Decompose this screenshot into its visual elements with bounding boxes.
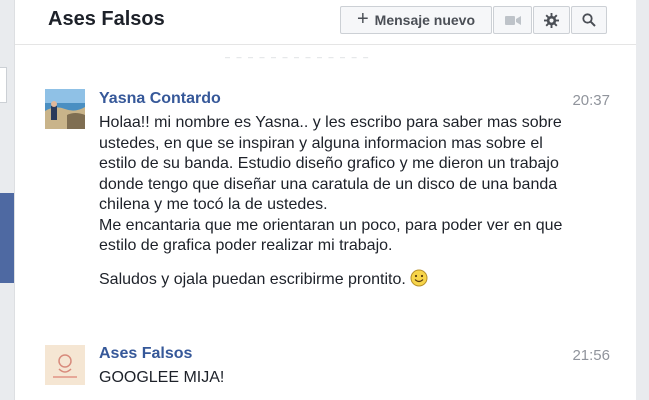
video-camera-icon	[504, 15, 521, 25]
settings-button[interactable]	[533, 6, 570, 34]
message-body: GOOGLEE MIJA!	[99, 368, 569, 389]
message-body: Holaa!! mi nombre es Yasna.. y les escri…	[99, 113, 569, 290]
plus-icon: +	[356, 8, 369, 30]
left-search-field-edge[interactable]	[0, 67, 7, 103]
avatar-logo	[45, 345, 85, 385]
left-selected-conversation-edge[interactable]	[0, 193, 14, 283]
conversation-title: Ases Falsos	[48, 8, 165, 30]
avatar[interactable]	[45, 89, 85, 129]
message-paragraph-text: Saludos y ojala puedan escribirme pronti…	[99, 270, 406, 288]
date-divider: – – – – – – – – – – – – –	[225, 55, 371, 61]
message-timestamp: 21:56	[572, 347, 610, 364]
message-paragraph: GOOGLEE MIJA!	[99, 369, 225, 386]
conversation-window: Ases Falsos + Mensaje nuevo – – – – – – …	[14, 0, 637, 400]
sender-name[interactable]: Ases Falsos	[99, 345, 192, 363]
search-icon	[582, 13, 596, 27]
message-paragraph: Saludos y ojala puedan escribirme pronti…	[99, 269, 569, 291]
gear-icon	[544, 12, 559, 28]
smiley-icon	[410, 269, 428, 286]
video-call-button[interactable]	[493, 6, 532, 34]
new-message-label: Mensaje nuevo	[374, 12, 476, 28]
avatar-photo	[45, 89, 85, 129]
search-button[interactable]	[571, 6, 607, 34]
message-timestamp: 20:37	[572, 92, 610, 109]
sender-name[interactable]: Yasna Contardo	[99, 90, 221, 108]
conversation-header: Ases Falsos + Mensaje nuevo	[15, 0, 636, 45]
right-panel-edge	[636, 0, 649, 400]
message-paragraph: Holaa!! mi nombre es Yasna.. y les escri…	[99, 114, 562, 213]
avatar[interactable]	[45, 345, 85, 385]
left-panel-edge	[0, 0, 14, 400]
new-message-button[interactable]: + Mensaje nuevo	[340, 6, 492, 34]
message-paragraph: Me encantaria que me orientaran un poco,…	[99, 216, 563, 255]
